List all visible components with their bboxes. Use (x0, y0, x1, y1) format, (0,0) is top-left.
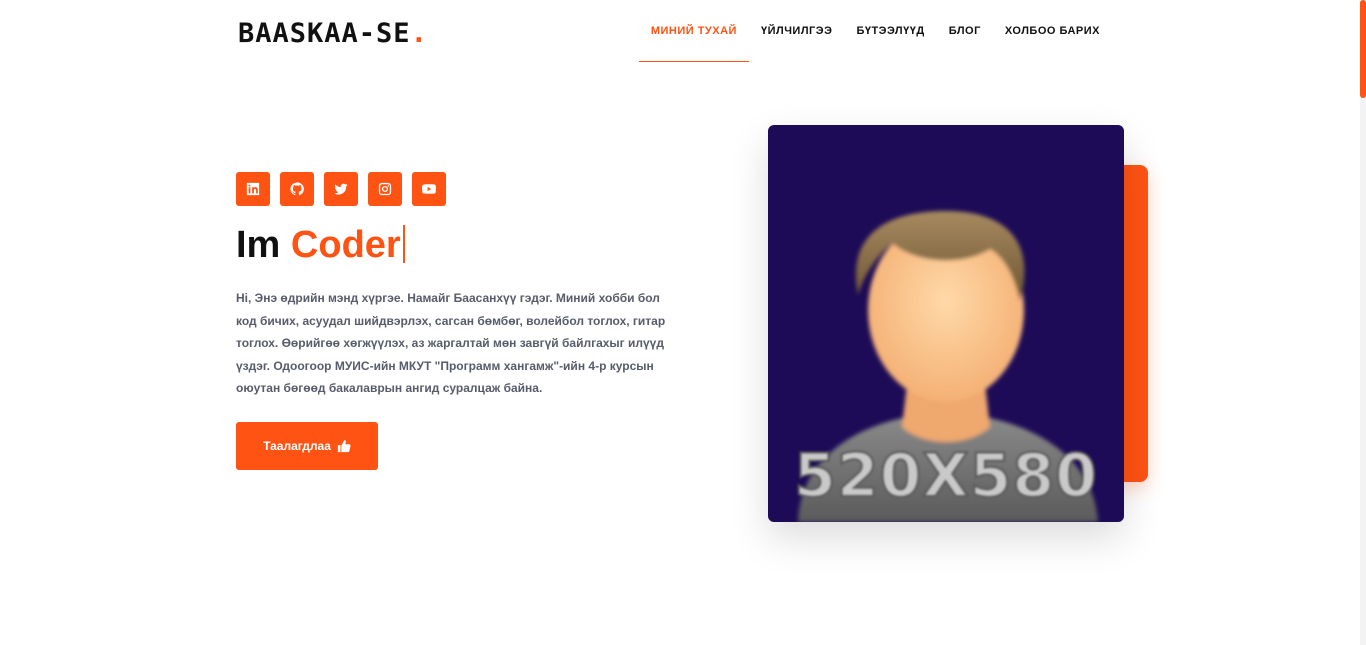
logo-text: BAASKAA-SE (238, 18, 411, 49)
like-button-label: Таалагдлаа (263, 439, 331, 453)
twitter-icon (334, 183, 348, 195)
bio-paragraph: Hi, Энэ өдрийн мэнд хүргэе. Намайг Бааса… (236, 291, 666, 395)
instagram-button[interactable] (368, 172, 402, 206)
nav-item-portfolio[interactable]: БҮТЭЭЛҮҮД (844, 0, 936, 62)
logo-dot: . (410, 18, 428, 49)
profile-photo: 520X580 (768, 125, 1124, 522)
nav-item-services[interactable]: ҮЙЛЧИЛГЭЭ (749, 0, 844, 62)
headline-role: Coder (290, 224, 401, 266)
github-icon (290, 182, 304, 196)
like-button[interactable]: Таалагдлаа (236, 422, 378, 470)
linkedin-button[interactable] (236, 172, 270, 206)
github-button[interactable] (280, 172, 314, 206)
youtube-icon (422, 184, 436, 194)
youtube-button[interactable] (412, 172, 446, 206)
typing-caret (402, 225, 405, 263)
photo-placeholder-label: 520X580 (793, 440, 1098, 512)
thumbs-up-icon (337, 440, 351, 453)
twitter-button[interactable] (324, 172, 358, 206)
social-links (236, 172, 446, 206)
hero-headline: Im Coder (236, 222, 405, 268)
instagram-icon (378, 182, 392, 196)
nav-item-contact[interactable]: ХОЛБОО БАРИХ (993, 0, 1112, 62)
headline-prefix: Im (236, 224, 281, 266)
main-nav: МИНИЙ ТУХАЙ ҮЙЛЧИЛГЭЭ БҮТЭЭЛҮҮД БЛОГ ХОЛ… (638, 0, 1112, 62)
nav-item-about[interactable]: МИНИЙ ТУХАЙ (638, 0, 750, 62)
site-logo[interactable]: BAASKAA-SE. (238, 17, 428, 51)
site-header: BAASKAA-SE. МИНИЙ ТУХАЙ ҮЙЛЧИЛГЭЭ БҮТЭЭЛ… (0, 0, 1366, 68)
nav-item-blog[interactable]: БЛОГ (937, 0, 993, 62)
linkedin-icon (246, 182, 260, 196)
